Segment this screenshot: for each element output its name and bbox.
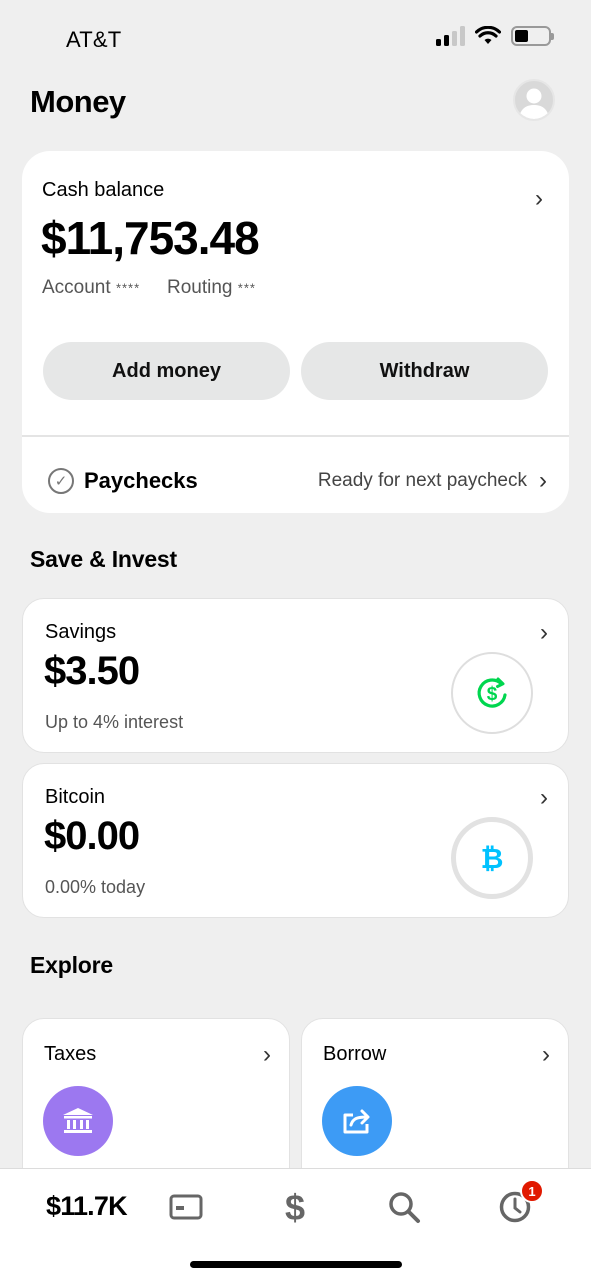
battery-icon bbox=[511, 26, 554, 46]
svg-text:$: $ bbox=[285, 1188, 305, 1226]
home-indicator bbox=[190, 1261, 402, 1268]
bitcoin-icon: ₿ bbox=[481, 842, 504, 875]
avatar[interactable] bbox=[513, 79, 555, 121]
checkmark-circle-icon: ✓ bbox=[48, 468, 74, 494]
cash-balance-card[interactable]: Cash balance › $11,753.48 Account **** R… bbox=[22, 151, 569, 513]
routing-number[interactable]: Routing *** bbox=[167, 277, 256, 299]
carrier-name: AT&T bbox=[66, 27, 122, 52]
nav-card-tab[interactable] bbox=[166, 1187, 206, 1227]
svg-text:₿: ₿ bbox=[481, 842, 504, 875]
savings-label: Savings bbox=[45, 621, 117, 643]
svg-text:$: $ bbox=[487, 684, 498, 705]
paychecks-label: Paychecks bbox=[84, 468, 198, 493]
cash-balance-amount: $11,753.48 bbox=[41, 212, 260, 264]
section-title-save-invest: Save & Invest bbox=[30, 546, 177, 572]
borrow-title: Borrow bbox=[323, 1043, 387, 1065]
dollar-icon: $ bbox=[285, 1188, 305, 1226]
nav-balance-tab[interactable]: $11.7K bbox=[46, 1191, 128, 1222]
savings-ring: $ bbox=[451, 652, 533, 734]
routing-label: Routing bbox=[167, 277, 233, 298]
paychecks-row[interactable]: ✓ Paychecks Ready for next paycheck › bbox=[48, 461, 547, 501]
withdraw-button[interactable]: Withdraw bbox=[301, 342, 548, 400]
search-icon bbox=[389, 1192, 420, 1223]
savings-subtitle: Up to 4% interest bbox=[45, 712, 184, 732]
nav-pay-tab[interactable]: $ bbox=[275, 1187, 315, 1227]
divider bbox=[22, 435, 569, 437]
add-money-button[interactable]: Add money bbox=[43, 342, 290, 400]
bitcoin-amount: $0.00 bbox=[44, 814, 140, 858]
chevron-right-icon: › bbox=[540, 784, 548, 811]
account-mask: **** bbox=[115, 280, 141, 296]
bitcoin-card[interactable]: Bitcoin › $0.00 0.00% today ₿ bbox=[22, 763, 569, 918]
wifi-icon bbox=[475, 26, 501, 44]
account-label: Account bbox=[42, 277, 111, 298]
card-icon bbox=[169, 1194, 203, 1220]
chevron-right-icon[interactable]: › bbox=[535, 185, 543, 213]
chevron-right-icon: › bbox=[542, 1041, 550, 1068]
chevron-right-icon: › bbox=[540, 619, 548, 646]
nav-search-tab[interactable] bbox=[384, 1187, 424, 1227]
chevron-right-icon: › bbox=[539, 467, 547, 494]
section-title-explore: Explore bbox=[30, 952, 113, 978]
savings-card[interactable]: Savings › $3.50 Up to 4% interest $ bbox=[22, 598, 569, 753]
chevron-right-icon: › bbox=[263, 1041, 271, 1068]
share-arrow-icon bbox=[343, 1109, 370, 1134]
status-icons bbox=[436, 26, 554, 46]
account-number[interactable]: Account **** bbox=[42, 277, 140, 299]
activity-badge: 1 bbox=[520, 1179, 544, 1203]
bank-building-icon bbox=[63, 1108, 93, 1133]
paychecks-status: Ready for next paycheck bbox=[317, 470, 527, 491]
bitcoin-ring: ₿ bbox=[451, 817, 533, 899]
signal-icon bbox=[436, 26, 465, 46]
routing-mask: *** bbox=[237, 280, 256, 296]
page-title: Money bbox=[30, 84, 126, 119]
bitcoin-subtitle: 0.00% today bbox=[45, 877, 146, 897]
bitcoin-label: Bitcoin bbox=[45, 786, 106, 808]
taxes-title: Taxes bbox=[44, 1043, 97, 1065]
taxes-icon-circle bbox=[43, 1086, 113, 1156]
cash-balance-label: Cash balance bbox=[42, 179, 165, 201]
dollar-savings-icon: $ bbox=[477, 677, 507, 708]
avatar-icon bbox=[519, 88, 549, 119]
savings-amount: $3.50 bbox=[44, 649, 140, 693]
borrow-icon-circle bbox=[322, 1086, 392, 1156]
